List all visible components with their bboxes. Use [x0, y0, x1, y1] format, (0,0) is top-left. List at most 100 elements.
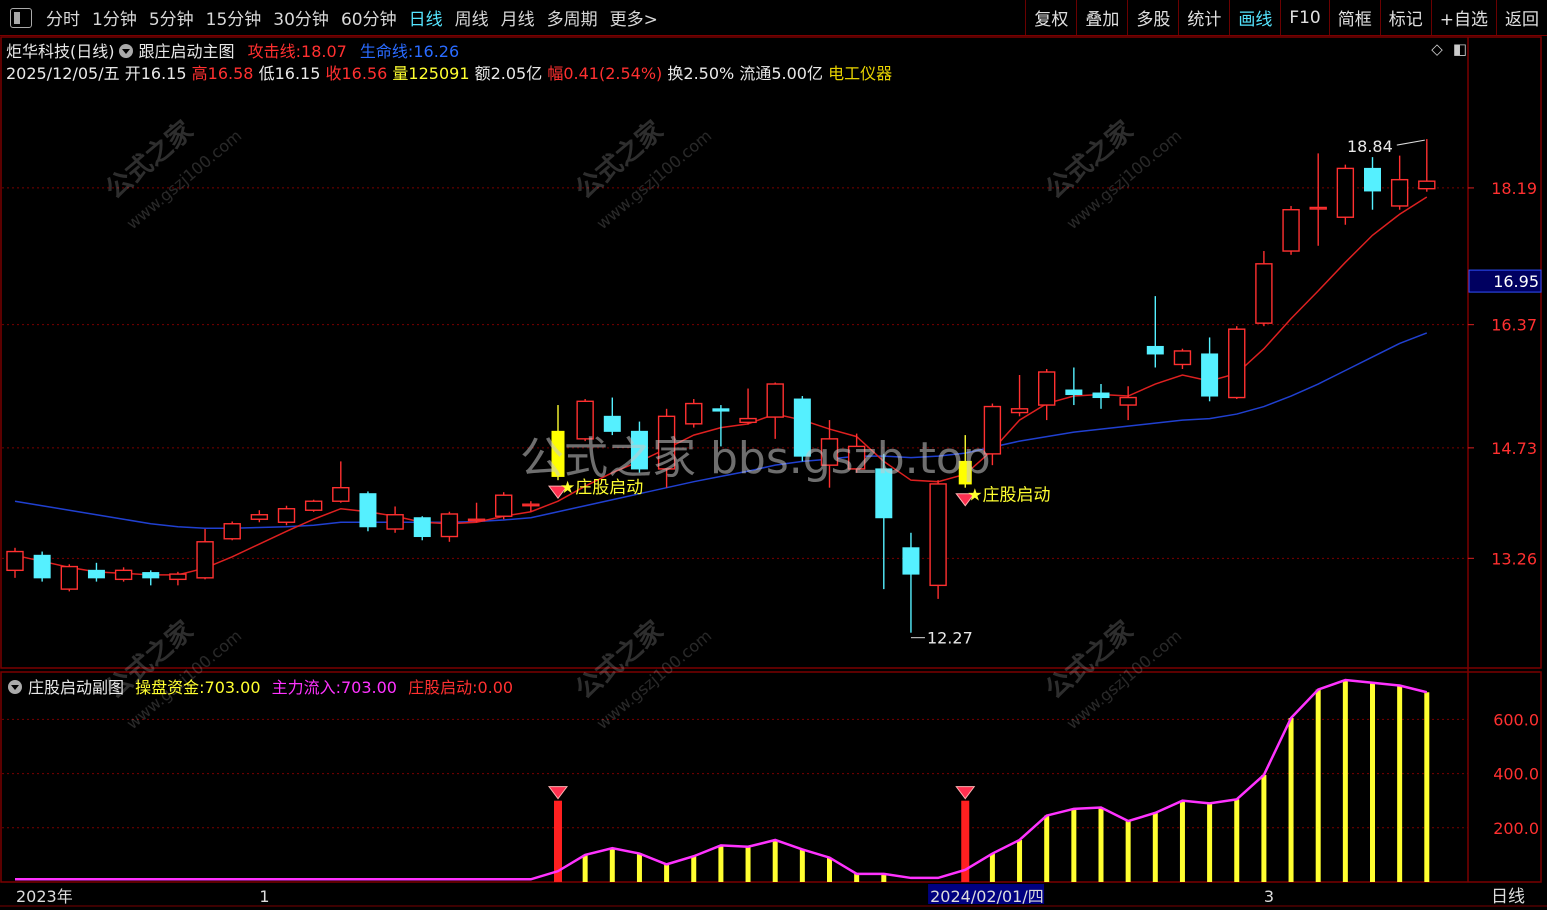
fund-bar — [1207, 803, 1213, 882]
candle-body-up — [1336, 167, 1355, 218]
candle-body-down — [87, 569, 105, 579]
sub-panel-frame — [0, 671, 1542, 883]
cap-value: 703.00 — [204, 678, 261, 697]
change-value: 0.41(2.54%) — [563, 64, 663, 83]
candle-body-down — [359, 493, 377, 528]
sub-indicator-name[interactable]: 庄股启动副图 — [28, 678, 124, 697]
candle-body-down — [1065, 389, 1083, 396]
price-tick-label: 18.19 — [1491, 179, 1537, 198]
candle-body-up — [386, 514, 404, 530]
candle-body-up — [223, 523, 241, 540]
candle-body-up — [495, 494, 513, 517]
fund-bar — [799, 849, 805, 882]
x-axis-label: 1 — [259, 887, 269, 906]
candle-body-up — [766, 383, 784, 418]
attack-line-label: 攻击线: — [247, 42, 302, 61]
close-label: 收 — [325, 64, 342, 83]
candle-body-up — [1282, 209, 1300, 252]
quote-line: 2025/12/05/五 开16.15 高16.58 低16.15 收16.56… — [6, 60, 892, 84]
amount-label: 额 — [474, 64, 491, 83]
sub-tick-label: 200.0 — [1493, 819, 1539, 838]
high-label: 高 — [191, 64, 208, 83]
float-label: 流通 — [739, 64, 772, 83]
volume-value: 125091 — [408, 64, 470, 83]
candle-body-up — [929, 483, 947, 587]
start-value: 0.00 — [477, 678, 514, 697]
turnover-value: 2.50% — [683, 64, 735, 83]
fund-bar — [772, 839, 778, 882]
candle-body-down — [1201, 353, 1219, 397]
window-toggle-icon[interactable]: ◧ — [1453, 40, 1467, 58]
fund-bar — [827, 857, 832, 882]
fund-bar — [609, 848, 615, 882]
sub-signal-diamond-icon — [955, 786, 976, 800]
price-tick-label: 14.73 — [1491, 439, 1537, 458]
candle-body-up — [467, 518, 486, 522]
life-line-label: 生命线: — [359, 42, 414, 61]
candle-body-up — [60, 565, 78, 590]
candle-body-down — [902, 547, 920, 575]
sub-signal-diamond-icon — [548, 786, 568, 800]
candle-body-up — [1418, 180, 1436, 190]
fund-bar — [1234, 799, 1240, 882]
life-line-value: 16.26 — [413, 42, 460, 61]
indicator-header: 炬华科技(日线) 跟庄启动主图 攻击线:18.07 生命线:16.26 — [6, 38, 459, 62]
fund-bar — [1342, 680, 1348, 882]
candle-body-down — [142, 572, 160, 579]
fund-bar — [1424, 692, 1430, 882]
center-watermark: 公式之家 bbs.gszb.top — [520, 433, 991, 484]
fund-bar — [1397, 685, 1403, 882]
price-tick-label: 16.37 — [1491, 316, 1537, 335]
min-price-label: 12.27 — [927, 629, 973, 648]
open-value: 16.15 — [140, 64, 187, 83]
candle-body-up — [304, 500, 323, 511]
diamond-icon[interactable]: ◇ — [1431, 40, 1443, 58]
candle-body-up — [685, 402, 703, 425]
dropdown-circle-icon[interactable] — [118, 44, 133, 58]
candle-body-down — [1092, 392, 1110, 399]
candle-body-down — [413, 517, 431, 538]
candle-body-up — [1037, 371, 1056, 406]
fund-bar — [1370, 682, 1375, 882]
flow-label: 主力流入: — [271, 678, 341, 697]
turnover-label: 换 — [667, 64, 684, 83]
candle-body-up — [440, 513, 459, 538]
fund-bar — [1261, 774, 1267, 882]
current-price-label: 16.95 — [1493, 272, 1539, 291]
float-value: 5.00亿 — [771, 64, 823, 83]
high-value: 16.58 — [207, 64, 254, 83]
volume-label: 量 — [392, 64, 409, 83]
fund-bar — [582, 854, 588, 882]
sub-dropdown-circle-icon[interactable] — [8, 680, 22, 694]
candle-body-up — [1390, 178, 1409, 207]
stock-name: 炬华科技(日线) — [6, 42, 115, 61]
fund-bar — [636, 853, 642, 882]
max-arrow — [1396, 139, 1425, 146]
fund-bar — [1179, 800, 1185, 882]
indicator-name[interactable]: 跟庄启动主图 — [139, 42, 235, 61]
sector-name[interactable]: 电工仪器 — [828, 64, 892, 83]
close-value: 16.56 — [341, 64, 388, 83]
candle-body-up — [169, 573, 187, 581]
candle-body-down — [33, 554, 51, 579]
sub-tick-label: 400.0 — [1493, 765, 1539, 784]
candle-body-up — [114, 569, 133, 581]
signal-label: ★庄股启动 — [967, 486, 1050, 506]
chart-corner-icons: ◇ ◧ — [1421, 40, 1467, 58]
fund-bar — [1098, 807, 1104, 882]
candle-body-down — [1146, 345, 1164, 355]
fund-bar — [718, 845, 724, 882]
x-axis-label: 2024/02/01/四 — [930, 887, 1044, 906]
fund-bar — [1315, 689, 1321, 882]
sub-indicator-header: 庄股启动副图 操盘资金:703.00 主力流入:703.00 庄股启动:0.00 — [6, 674, 513, 698]
change-label: 幅 — [547, 64, 564, 83]
price-tick-label: 13.26 — [1491, 549, 1537, 568]
attack-line-value: 18.07 — [301, 42, 347, 61]
candle-body-up — [1255, 263, 1273, 324]
candle-body-up — [196, 541, 214, 579]
low-value: 16.15 — [274, 64, 321, 83]
sub-tick-label: 600.0 — [1493, 710, 1539, 729]
candle-body-down — [712, 408, 730, 412]
candle-body-up — [1010, 408, 1029, 414]
cap-label: 操盘资金: — [135, 678, 205, 697]
